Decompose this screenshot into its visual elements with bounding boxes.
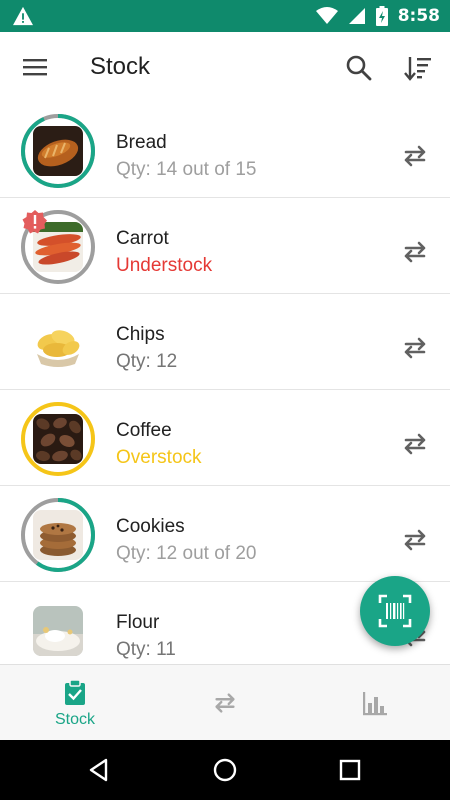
alert-icon [22,210,47,234]
overstock-label: Overstock [116,447,202,468]
recents-icon[interactable] [337,757,363,783]
warning-icon [13,6,33,26]
clipboard-check-icon [65,679,85,705]
item-thumbnail-chips [33,318,83,368]
status-bar: 8:58 [0,0,450,32]
tab-transfers[interactable] [150,665,300,741]
transfer-icon[interactable] [400,144,430,168]
back-icon[interactable] [86,757,112,783]
item-name: Flour [116,612,160,633]
bar-chart-icon [363,692,387,716]
status-time: 8:58 [397,6,440,26]
tab-reports[interactable] [300,665,450,741]
bottom-navigation: Stock [0,664,450,740]
item-name: Bread [116,132,167,153]
sort-icon[interactable] [402,52,434,84]
item-quantity: Qty: 11 [116,639,176,660]
item-name: Chips [116,324,165,345]
item-thumbnail-cookies [33,510,83,560]
list-item[interactable]: Bread Qty: 14 out of 15 [0,102,450,198]
transfer-icon[interactable] [400,432,430,456]
item-name: Cookies [116,516,185,537]
list-item[interactable]: Cookies Qty: 12 out of 20 [0,486,450,582]
item-quantity: Qty: 14 out of 15 [116,159,257,180]
item-quantity: Qty: 12 out of 20 [116,543,257,564]
tab-stock-label: Stock [54,711,95,728]
transfer-icon [215,693,235,713]
item-name: Coffee [116,420,172,441]
barcode-scan-icon [378,594,412,628]
understock-label: Understock [116,255,213,276]
item-name: Carrot [116,228,169,249]
item-thumbnail-coffee [33,414,83,464]
wifi-icon [315,7,338,24]
battery-icon [375,6,388,26]
signal-icon [348,8,365,24]
tab-stock[interactable]: Stock [0,665,150,741]
transfer-icon[interactable] [400,336,430,360]
item-quantity: Qty: 12 [116,351,178,372]
system-navigation-bar [0,740,450,800]
list-item[interactable]: Coffee Overstock [0,390,450,486]
page-title: Stock [90,53,151,80]
search-icon[interactable] [343,52,375,84]
list-item[interactable]: Carrot Understock [0,198,450,294]
scan-barcode-button[interactable] [360,576,430,646]
transfer-icon[interactable] [400,528,430,552]
item-thumbnail-bread [33,126,83,176]
transfer-icon[interactable] [400,240,430,264]
home-icon[interactable] [212,757,238,783]
item-thumbnail-flour [33,606,83,656]
list-item[interactable]: Chips Qty: 12 [0,294,450,390]
app-bar: Stock [0,32,450,102]
menu-icon[interactable] [17,54,53,80]
